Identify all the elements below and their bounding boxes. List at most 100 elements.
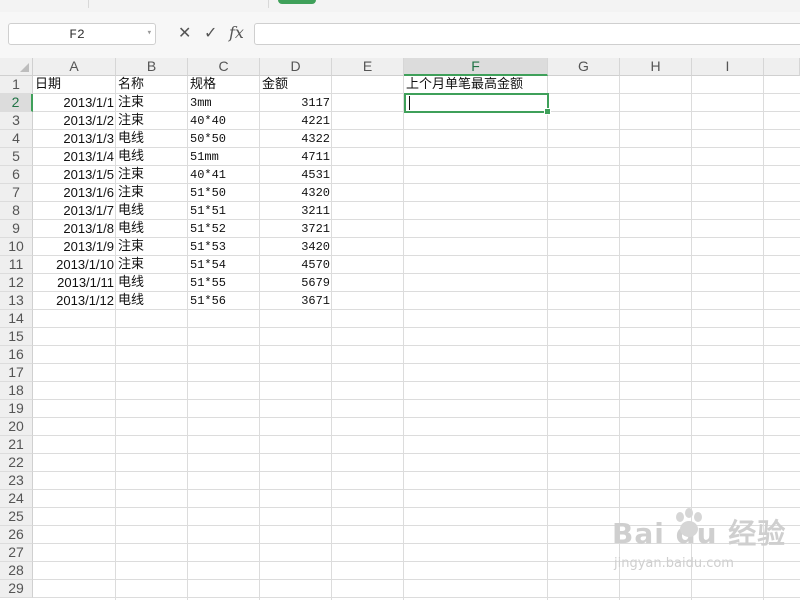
- select-all-corner[interactable]: [0, 58, 33, 76]
- row-header-28[interactable]: 28: [0, 562, 33, 580]
- cell-spec[interactable]: 40*40: [188, 112, 260, 130]
- row-header-21[interactable]: 21: [0, 436, 33, 454]
- row-header-18[interactable]: 18: [0, 382, 33, 400]
- cell-b1[interactable]: 名称: [116, 76, 188, 94]
- column-header-partial[interactable]: [764, 58, 800, 76]
- row-header-25[interactable]: 25: [0, 508, 33, 526]
- column-header-d[interactable]: D: [260, 58, 332, 76]
- cell-date[interactable]: 2013/1/2: [33, 112, 116, 130]
- active-cell-selection[interactable]: [404, 93, 551, 115]
- cell-spec[interactable]: 40*41: [188, 166, 260, 184]
- cell-amount[interactable]: 4320: [260, 184, 332, 202]
- cell-amount[interactable]: 3721: [260, 220, 332, 238]
- cell-amount[interactable]: 3420: [260, 238, 332, 256]
- row-header-14[interactable]: 14: [0, 310, 33, 328]
- row-header-2[interactable]: 2: [0, 94, 33, 112]
- cell-amount[interactable]: 3671: [260, 292, 332, 310]
- column-header-c[interactable]: C: [188, 58, 260, 76]
- cell-date[interactable]: 2013/1/4: [33, 148, 116, 166]
- cell-spec[interactable]: 51*52: [188, 220, 260, 238]
- cell-name[interactable]: 注束: [116, 256, 188, 274]
- cell-name[interactable]: 电线: [116, 220, 188, 238]
- row-header-11[interactable]: 11: [0, 256, 33, 274]
- cell-date[interactable]: 2013/1/5: [33, 166, 116, 184]
- cell-amount[interactable]: 4322: [260, 130, 332, 148]
- row-header-13[interactable]: 13: [0, 292, 33, 310]
- insert-function-icon[interactable]: fx: [229, 23, 244, 43]
- cell-spec[interactable]: 51*55: [188, 274, 260, 292]
- cell-amount[interactable]: 4570: [260, 256, 332, 274]
- row-header-26[interactable]: 26: [0, 526, 33, 544]
- cell-spec[interactable]: 51mm: [188, 148, 260, 166]
- column-header-g[interactable]: G: [548, 58, 620, 76]
- cell-spec[interactable]: 51*51: [188, 202, 260, 220]
- cell-spec[interactable]: 51*50: [188, 184, 260, 202]
- cell-amount[interactable]: 3211: [260, 202, 332, 220]
- cell-name[interactable]: 注束: [116, 166, 188, 184]
- row-header-4[interactable]: 4: [0, 130, 33, 148]
- cell-d1[interactable]: 金额: [260, 76, 332, 94]
- row-header-27[interactable]: 27: [0, 544, 33, 562]
- cell-date[interactable]: 2013/1/8: [33, 220, 116, 238]
- row-header-23[interactable]: 23: [0, 472, 33, 490]
- cell-amount[interactable]: 4711: [260, 148, 332, 166]
- cell-name[interactable]: 注束: [116, 238, 188, 256]
- formula-input[interactable]: [254, 23, 800, 45]
- cell-amount[interactable]: 4531: [260, 166, 332, 184]
- column-header-h[interactable]: H: [620, 58, 692, 76]
- cell-spec[interactable]: 51*53: [188, 238, 260, 256]
- cell-f1[interactable]: 上个月单笔最高金额: [404, 76, 548, 94]
- column-header-f[interactable]: F: [404, 58, 548, 76]
- row-header-7[interactable]: 7: [0, 184, 33, 202]
- cell-name[interactable]: 电线: [116, 130, 188, 148]
- cell-date[interactable]: 2013/1/9: [33, 238, 116, 256]
- cell-name[interactable]: 电线: [116, 148, 188, 166]
- cell-date[interactable]: 2013/1/12: [33, 292, 116, 310]
- cell-name[interactable]: 电线: [116, 292, 188, 310]
- row-header-20[interactable]: 20: [0, 418, 33, 436]
- row-header-3[interactable]: 3: [0, 112, 33, 130]
- row-header-29[interactable]: 29: [0, 580, 33, 598]
- cell-date[interactable]: 2013/1/3: [33, 130, 116, 148]
- row-header-17[interactable]: 17: [0, 364, 33, 382]
- row-header-19[interactable]: 19: [0, 400, 33, 418]
- column-header-e[interactable]: E: [332, 58, 404, 76]
- row-header-6[interactable]: 6: [0, 166, 33, 184]
- column-header-i[interactable]: I: [692, 58, 764, 76]
- cell-spec[interactable]: 3mm: [188, 94, 260, 112]
- cell-date[interactable]: 2013/1/1: [33, 94, 116, 112]
- cell-date[interactable]: 2013/1/10: [33, 256, 116, 274]
- confirm-icon[interactable]: ✓: [204, 24, 217, 44]
- column-header-b[interactable]: B: [116, 58, 188, 76]
- cell-spec[interactable]: 51*56: [188, 292, 260, 310]
- active-tab-indicator[interactable]: [278, 0, 316, 4]
- cell-name[interactable]: 电线: [116, 202, 188, 220]
- row-header-5[interactable]: 5: [0, 148, 33, 166]
- cell-amount[interactable]: 3117: [260, 94, 332, 112]
- row-header-10[interactable]: 10: [0, 238, 33, 256]
- cell-spec[interactable]: 51*54: [188, 256, 260, 274]
- cancel-icon[interactable]: ✕: [178, 24, 191, 44]
- row-header-15[interactable]: 15: [0, 328, 33, 346]
- row-header-22[interactable]: 22: [0, 454, 33, 472]
- row-header-16[interactable]: 16: [0, 346, 33, 364]
- chevron-down-icon[interactable]: ▾: [147, 28, 152, 38]
- cell-date[interactable]: 2013/1/7: [33, 202, 116, 220]
- name-box[interactable]: F2 ▾: [8, 23, 156, 45]
- row-header-12[interactable]: 12: [0, 274, 33, 292]
- cell-amount[interactable]: 5679: [260, 274, 332, 292]
- fill-handle[interactable]: [544, 108, 551, 115]
- cell-name[interactable]: 注束: [116, 94, 188, 112]
- cell-a1[interactable]: 日期: [33, 76, 116, 94]
- cell-name[interactable]: 电线: [116, 274, 188, 292]
- cell-date[interactable]: 2013/1/11: [33, 274, 116, 292]
- cell-date[interactable]: 2013/1/6: [33, 184, 116, 202]
- row-header-24[interactable]: 24: [0, 490, 33, 508]
- column-header-a[interactable]: A: [33, 58, 116, 76]
- row-header-9[interactable]: 9: [0, 220, 33, 238]
- cell-name[interactable]: 注束: [116, 184, 188, 202]
- row-header-8[interactable]: 8: [0, 202, 33, 220]
- cell-spec[interactable]: 50*50: [188, 130, 260, 148]
- cell-name[interactable]: 注束: [116, 112, 188, 130]
- cell-c1[interactable]: 规格: [188, 76, 260, 94]
